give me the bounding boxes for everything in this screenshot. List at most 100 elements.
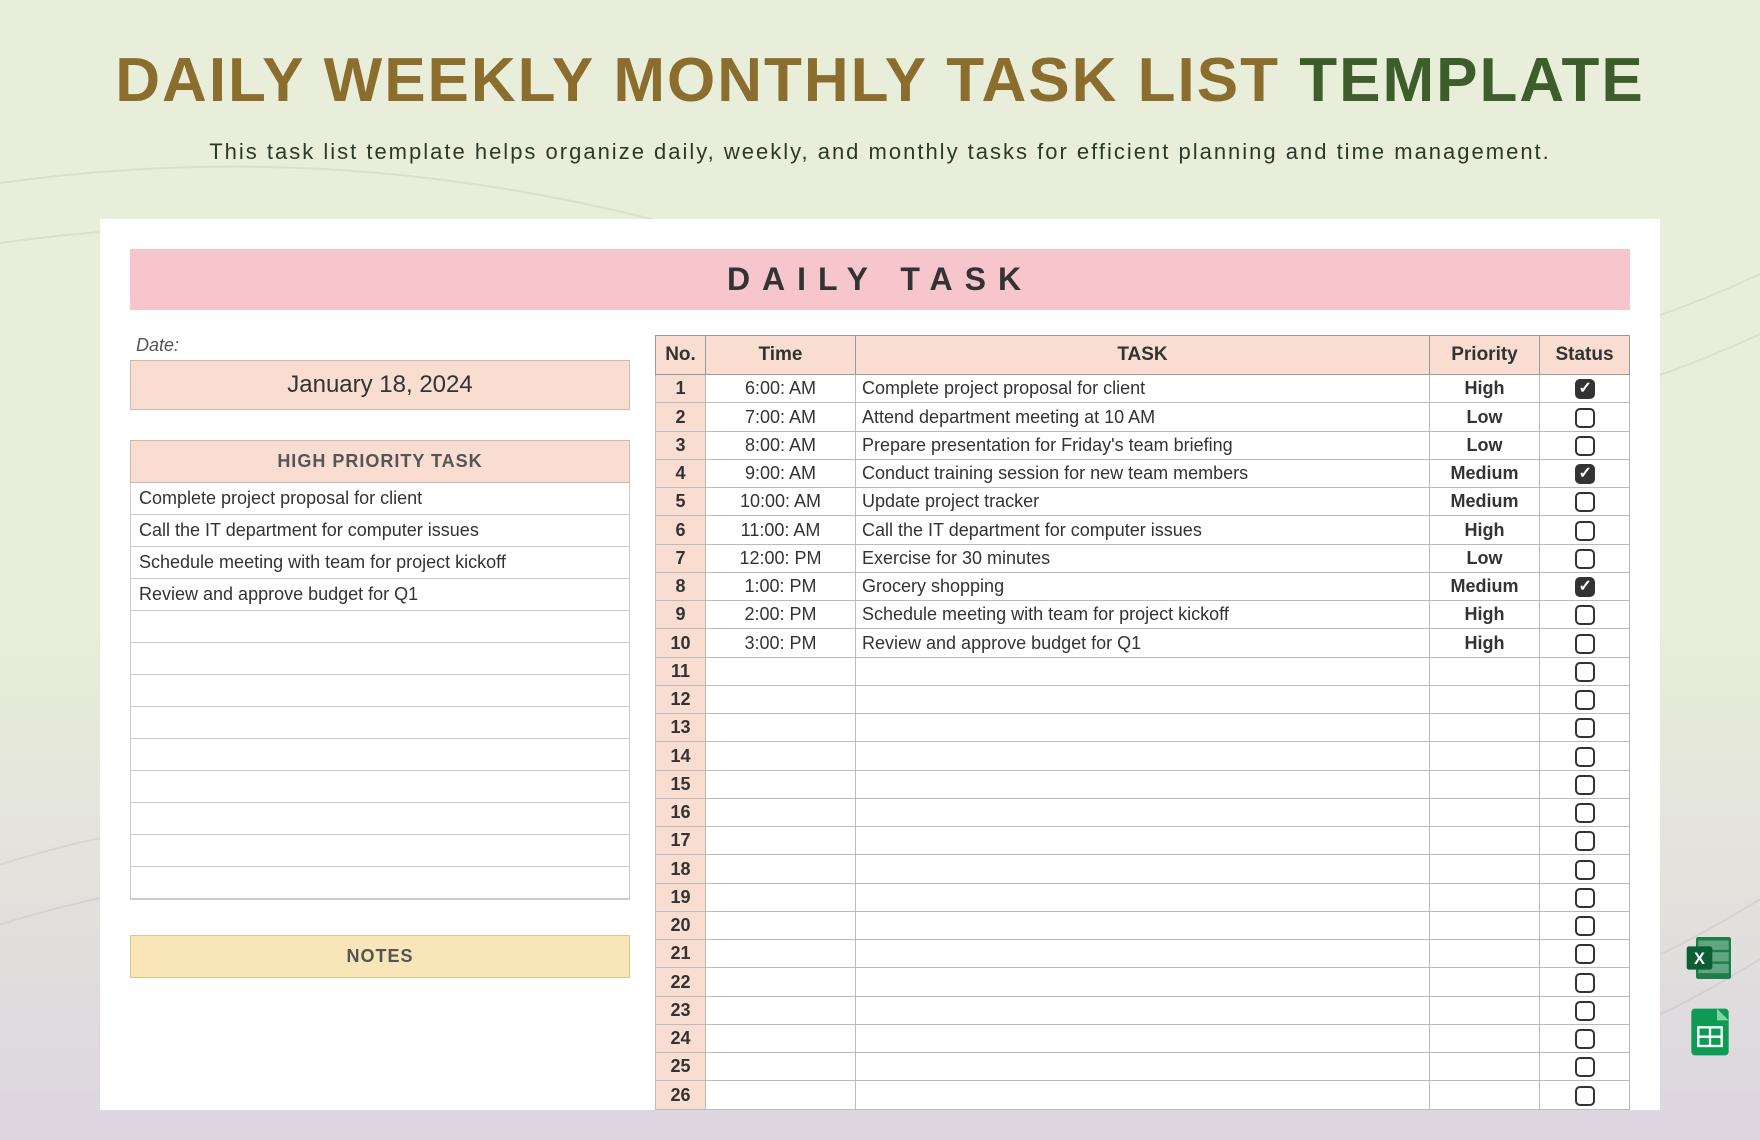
cell-status[interactable]	[1540, 544, 1630, 572]
cell-time[interactable]	[706, 798, 856, 826]
cell-status[interactable]	[1540, 1053, 1630, 1081]
cell-status[interactable]	[1540, 996, 1630, 1024]
cell-task[interactable]	[856, 798, 1430, 826]
hp-item[interactable]: Schedule meeting with team for project k…	[131, 547, 629, 579]
hp-item[interactable]	[131, 643, 629, 675]
cell-time[interactable]: 7:00: AM	[706, 403, 856, 431]
cell-time[interactable]: 9:00: AM	[706, 459, 856, 487]
cell-status[interactable]	[1540, 685, 1630, 713]
checkbox-icon[interactable]	[1575, 775, 1595, 795]
checkbox-icon[interactable]	[1575, 747, 1595, 767]
cell-priority[interactable]: Medium	[1430, 572, 1540, 600]
checkbox-icon[interactable]	[1575, 577, 1595, 597]
cell-time[interactable]	[706, 968, 856, 996]
hp-item[interactable]	[131, 611, 629, 643]
cell-time[interactable]: 1:00: PM	[706, 572, 856, 600]
cell-status[interactable]	[1540, 657, 1630, 685]
cell-priority[interactable]: Low	[1430, 431, 1540, 459]
cell-status[interactable]	[1540, 911, 1630, 939]
cell-time[interactable]	[706, 742, 856, 770]
cell-task[interactable]	[856, 742, 1430, 770]
cell-priority[interactable]	[1430, 770, 1540, 798]
cell-priority[interactable]: High	[1430, 629, 1540, 657]
cell-status[interactable]	[1540, 431, 1630, 459]
cell-task[interactable]	[856, 770, 1430, 798]
checkbox-icon[interactable]	[1575, 662, 1595, 682]
checkbox-icon[interactable]	[1575, 521, 1595, 541]
cell-time[interactable]	[706, 827, 856, 855]
cell-status[interactable]	[1540, 459, 1630, 487]
cell-status[interactable]	[1540, 403, 1630, 431]
cell-time[interactable]: 3:00: PM	[706, 629, 856, 657]
cell-task[interactable]: Complete project proposal for client	[856, 375, 1430, 403]
hp-item[interactable]	[131, 707, 629, 739]
cell-status[interactable]	[1540, 742, 1630, 770]
cell-task[interactable]: Grocery shopping	[856, 572, 1430, 600]
cell-task[interactable]: Prepare presentation for Friday's team b…	[856, 431, 1430, 459]
cell-priority[interactable]: High	[1430, 601, 1540, 629]
checkbox-icon[interactable]	[1575, 1057, 1595, 1077]
hp-item[interactable]	[131, 835, 629, 867]
cell-task[interactable]: Exercise for 30 minutes	[856, 544, 1430, 572]
checkbox-icon[interactable]	[1575, 1029, 1595, 1049]
cell-time[interactable]	[706, 996, 856, 1024]
cell-status[interactable]	[1540, 770, 1630, 798]
cell-time[interactable]: 8:00: AM	[706, 431, 856, 459]
cell-priority[interactable]	[1430, 1053, 1540, 1081]
cell-time[interactable]	[706, 685, 856, 713]
cell-time[interactable]	[706, 657, 856, 685]
checkbox-icon[interactable]	[1575, 718, 1595, 738]
checkbox-icon[interactable]	[1575, 1001, 1595, 1021]
cell-priority[interactable]	[1430, 911, 1540, 939]
cell-priority[interactable]: Low	[1430, 544, 1540, 572]
checkbox-icon[interactable]	[1575, 860, 1595, 880]
cell-task[interactable]: Schedule meeting with team for project k…	[856, 601, 1430, 629]
checkbox-icon[interactable]	[1575, 888, 1595, 908]
checkbox-icon[interactable]	[1575, 916, 1595, 936]
cell-task[interactable]	[856, 1024, 1430, 1052]
cell-priority[interactable]	[1430, 1024, 1540, 1052]
cell-time[interactable]: 6:00: AM	[706, 375, 856, 403]
cell-status[interactable]	[1540, 714, 1630, 742]
cell-priority[interactable]	[1430, 996, 1540, 1024]
cell-time[interactable]: 10:00: AM	[706, 488, 856, 516]
cell-task[interactable]: Review and approve budget for Q1	[856, 629, 1430, 657]
cell-task[interactable]	[856, 657, 1430, 685]
checkbox-icon[interactable]	[1575, 408, 1595, 428]
cell-time[interactable]	[706, 911, 856, 939]
hp-item[interactable]: Review and approve budget for Q1	[131, 579, 629, 611]
cell-time[interactable]	[706, 1024, 856, 1052]
cell-priority[interactable]: Medium	[1430, 459, 1540, 487]
cell-priority[interactable]	[1430, 940, 1540, 968]
cell-task[interactable]	[856, 968, 1430, 996]
cell-time[interactable]	[706, 714, 856, 742]
cell-time[interactable]	[706, 770, 856, 798]
cell-priority[interactable]	[1430, 883, 1540, 911]
cell-time[interactable]	[706, 1053, 856, 1081]
checkbox-icon[interactable]	[1575, 831, 1595, 851]
cell-task[interactable]: Conduct training session for new team me…	[856, 459, 1430, 487]
checkbox-icon[interactable]	[1575, 1086, 1595, 1106]
hp-item[interactable]	[131, 739, 629, 771]
cell-task[interactable]	[856, 883, 1430, 911]
checkbox-icon[interactable]	[1575, 973, 1595, 993]
hp-item[interactable]: Call the IT department for computer issu…	[131, 515, 629, 547]
hp-item[interactable]	[131, 771, 629, 803]
date-value[interactable]: January 18, 2024	[130, 360, 630, 410]
checkbox-icon[interactable]	[1575, 436, 1595, 456]
cell-priority[interactable]	[1430, 1081, 1540, 1109]
cell-task[interactable]	[856, 827, 1430, 855]
hp-item[interactable]	[131, 867, 629, 899]
checkbox-icon[interactable]	[1575, 944, 1595, 964]
cell-priority[interactable]: High	[1430, 375, 1540, 403]
cell-status[interactable]	[1540, 855, 1630, 883]
checkbox-icon[interactable]	[1575, 379, 1595, 399]
cell-priority[interactable]	[1430, 685, 1540, 713]
cell-priority[interactable]	[1430, 657, 1540, 685]
cell-task[interactable]	[856, 940, 1430, 968]
checkbox-icon[interactable]	[1575, 634, 1595, 654]
cell-status[interactable]	[1540, 798, 1630, 826]
cell-task[interactable]: Update project tracker	[856, 488, 1430, 516]
cell-status[interactable]	[1540, 940, 1630, 968]
checkbox-icon[interactable]	[1575, 605, 1595, 625]
